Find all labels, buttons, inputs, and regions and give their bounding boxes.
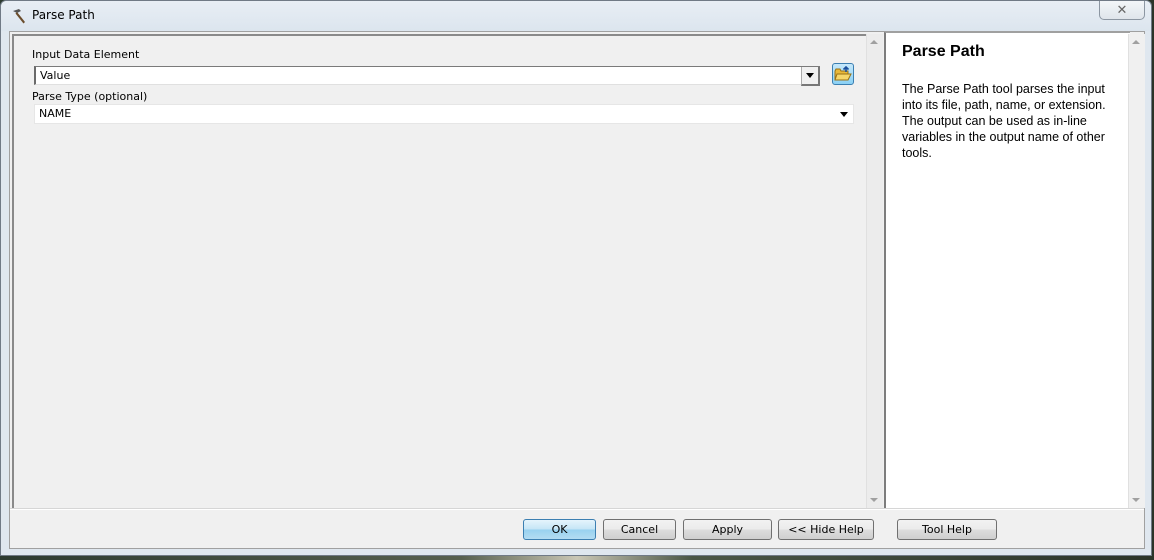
parse-type-select[interactable]: NAME — [34, 104, 854, 124]
footer-divider — [10, 508, 1144, 510]
parse-type-value: NAME — [39, 107, 72, 120]
input-data-element-dropdown-button[interactable] — [801, 67, 820, 86]
help-scrollbar[interactable] — [1128, 34, 1145, 508]
close-icon: ✕ — [1116, 2, 1128, 17]
dialog-client-area: Input Data Element Value Parse Type (opt… — [9, 31, 1145, 549]
input-data-element-combobox[interactable]: Value — [34, 66, 820, 86]
parameters-pane: Input Data Element Value Parse Type (opt… — [12, 34, 866, 510]
ok-button[interactable]: OK — [523, 519, 596, 540]
parse-type-dropdown-button[interactable] — [837, 105, 851, 123]
tool-help-button[interactable]: Tool Help — [897, 519, 997, 540]
help-title: Parse Path — [902, 43, 985, 60]
parse-path-dialog: Parse Path ✕ Input Data Element Value Pa… — [0, 0, 1152, 556]
scroll-down-icon[interactable] — [870, 498, 878, 502]
scroll-up-icon[interactable] — [1132, 40, 1140, 44]
chevron-down-icon — [840, 111, 848, 117]
window-title: Parse Path — [32, 8, 95, 22]
help-description: The Parse Path tool parses the input int… — [902, 82, 1106, 160]
scroll-up-icon[interactable] — [870, 40, 878, 44]
parameters-scrollbar[interactable] — [866, 34, 883, 508]
hammer-icon — [13, 9, 25, 24]
apply-button[interactable]: Apply — [683, 519, 772, 540]
browse-button[interactable] — [832, 63, 854, 85]
hide-help-button[interactable]: << Hide Help — [778, 519, 874, 540]
title-bar[interactable]: Parse Path ✕ — [1, 1, 1151, 31]
help-pane: Parse Path The Parse Path tool parses th… — [884, 32, 1130, 508]
input-data-element-value: Value — [40, 69, 71, 82]
chevron-down-icon — [806, 73, 814, 78]
parse-type-label: Parse Type (optional) — [32, 90, 148, 103]
cancel-button[interactable]: Cancel — [603, 519, 676, 540]
input-data-element-label: Input Data Element — [32, 48, 140, 61]
open-folder-icon — [834, 66, 852, 81]
scroll-down-icon[interactable] — [1132, 498, 1140, 502]
close-button[interactable]: ✕ — [1099, 1, 1145, 20]
